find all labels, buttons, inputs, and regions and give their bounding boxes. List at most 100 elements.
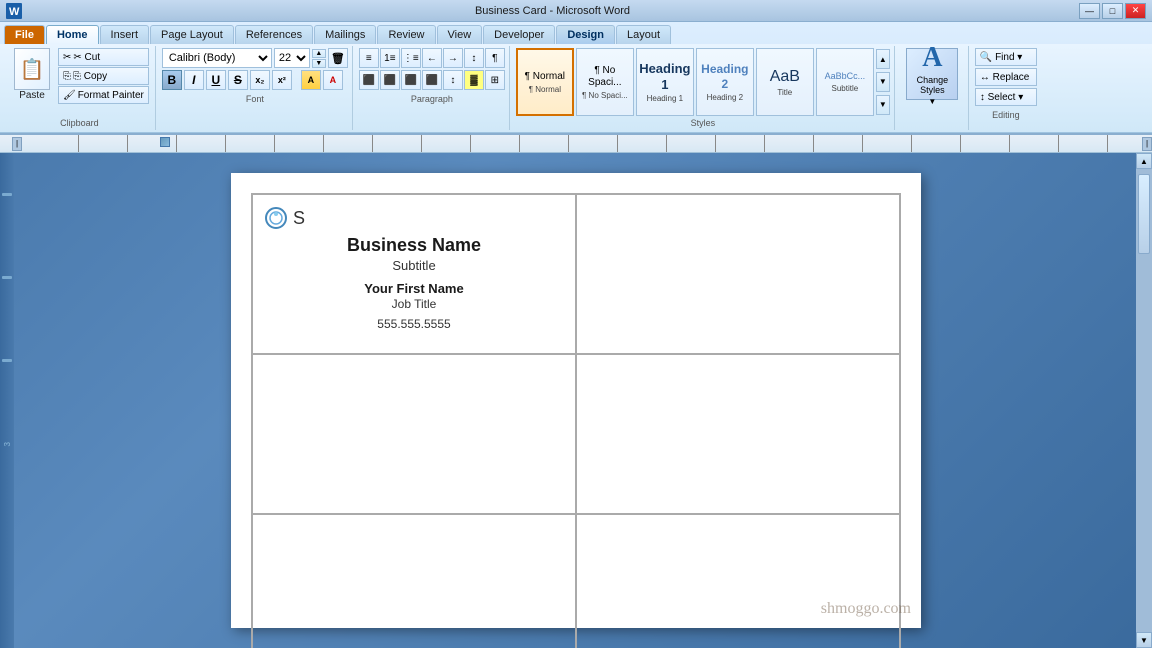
ruler-marks — [30, 135, 1142, 152]
card-phone: 555.555.5555 — [265, 317, 563, 331]
styles-more[interactable]: ▼ — [876, 95, 890, 115]
style-heading2-label: Heading 2 — [707, 93, 743, 102]
app-icon: W — [6, 3, 22, 19]
format-painter-button[interactable]: 🖌 Format Painter — [58, 86, 149, 104]
font-shrink-button[interactable]: ▼ — [312, 59, 326, 68]
paste-button[interactable]: 📋 Paste — [10, 48, 54, 101]
style-heading1[interactable]: Heading 1 Heading 1 — [636, 48, 694, 116]
ruler-right-margin[interactable]: | — [1142, 137, 1152, 151]
tab-references[interactable]: References — [235, 25, 313, 44]
clipboard-label: Clipboard — [10, 116, 149, 128]
tab-review[interactable]: Review — [377, 25, 435, 44]
card-cell-2-2[interactable] — [576, 354, 900, 514]
scroll-down-button[interactable]: ▼ — [1136, 632, 1152, 648]
style-subtitle[interactable]: AaBbCc... Subtitle — [816, 48, 874, 116]
font-color-button[interactable]: A — [323, 70, 343, 90]
numbering-button[interactable]: 1≡ — [380, 48, 400, 68]
left-margin-bar: 3 — [0, 153, 14, 648]
ruler-indent-marker[interactable] — [160, 137, 170, 147]
replace-button[interactable]: ↔ Replace — [975, 68, 1037, 86]
style-heading1-preview: Heading 1 — [639, 61, 691, 92]
tab-mailings[interactable]: Mailings — [314, 25, 376, 44]
tab-page-layout[interactable]: Page Layout — [150, 25, 234, 44]
tab-file[interactable]: File — [4, 25, 45, 44]
font-clear-button[interactable]: 🗑 — [328, 48, 348, 68]
superscript-button[interactable]: x² — [272, 70, 292, 90]
styles-scroll-down[interactable]: ▼ — [876, 72, 890, 92]
copy-button[interactable]: ⎘ ⎘ Copy — [58, 67, 149, 85]
ruler-left-margin[interactable]: | — [12, 137, 22, 151]
select-button[interactable]: ↕ Select ▾ — [975, 88, 1037, 106]
margin-mark-3 — [2, 359, 12, 362]
tab-layout[interactable]: Layout — [616, 25, 671, 44]
line-spacing-button[interactable]: ↕ — [443, 70, 463, 90]
tab-home[interactable]: Home — [46, 25, 99, 44]
italic-button[interactable]: I — [184, 70, 204, 90]
styles-scroll-up[interactable]: ▲ — [876, 49, 890, 69]
card-cell-3-1[interactable] — [252, 514, 576, 648]
window-controls[interactable]: — □ ✕ — [1079, 3, 1146, 19]
cut-button[interactable]: ✂ ✂ Cut — [58, 48, 149, 66]
maximize-button[interactable]: □ — [1102, 3, 1123, 19]
card-cell-1-1[interactable]: S Business Name Subtitle Your First Name… — [252, 194, 576, 354]
increase-indent-button[interactable]: → — [443, 48, 463, 68]
multilevel-button[interactable]: ⋮≡ — [401, 48, 421, 68]
scroll-track[interactable] — [1136, 169, 1152, 632]
bullets-button[interactable]: ≡ — [359, 48, 379, 68]
tab-design[interactable]: Design — [556, 25, 615, 44]
card-cell-2-1[interactable] — [252, 354, 576, 514]
tab-insert[interactable]: Insert — [100, 25, 150, 44]
paragraph-group: ≡ 1≡ ⋮≡ ← → ↕ ¶ ⬛ ⬛ ⬛ ⬛ ↕ ▓ ⊞ Paragraph — [355, 46, 510, 130]
card-logo-icon — [265, 207, 287, 229]
svg-text:W: W — [9, 6, 20, 18]
minimize-button[interactable]: — — [1079, 3, 1100, 19]
style-normal-label: ¶ Normal — [529, 85, 561, 94]
style-title[interactable]: AaB Title — [756, 48, 814, 116]
business-card-grid: S Business Name Subtitle Your First Name… — [251, 193, 901, 648]
close-button[interactable]: ✕ — [1125, 3, 1146, 19]
highlight-button[interactable]: A — [301, 70, 321, 90]
right-scrollbar[interactable]: ▲ ▼ — [1136, 153, 1152, 648]
align-left-button[interactable]: ⬛ — [359, 70, 379, 90]
card-cell-1-2[interactable] — [576, 194, 900, 354]
font-size-arrows: ▲ ▼ — [312, 49, 326, 68]
font-name-select[interactable]: Calibri (Body) — [162, 48, 272, 68]
show-formatting-button[interactable]: ¶ — [485, 48, 505, 68]
font-label: Font — [162, 92, 348, 104]
shading-button[interactable]: ▓ — [464, 70, 484, 90]
font-size-select[interactable]: 22 — [274, 48, 310, 68]
style-heading2[interactable]: Heading 2 Heading 2 — [696, 48, 754, 116]
window-title: Business Card - Microsoft Word — [26, 5, 1079, 17]
sort-button[interactable]: ↕ — [464, 48, 484, 68]
card-business-name: Business Name — [265, 235, 563, 256]
style-heading2-preview: Heading 2 — [699, 62, 751, 91]
toolbar: 📋 Paste ✂ ✂ Cut ⎘ ⎘ Copy 🖌 Format Painte… — [0, 44, 1152, 133]
scroll-thumb[interactable] — [1138, 174, 1150, 254]
align-right-button[interactable]: ⬛ — [401, 70, 421, 90]
style-normal[interactable]: ¶ Normal ¶ Normal — [516, 48, 574, 116]
change-styles-icon: A — [922, 42, 942, 74]
tab-view[interactable]: View — [437, 25, 483, 44]
styles-label: Styles — [516, 116, 890, 128]
change-styles-label: ChangeStyles — [917, 76, 949, 96]
change-styles-button[interactable]: A ChangeStyles ▼ — [906, 48, 958, 100]
decrease-indent-button[interactable]: ← — [422, 48, 442, 68]
scroll-up-button[interactable]: ▲ — [1136, 153, 1152, 169]
strikethrough-button[interactable]: S — [228, 70, 248, 90]
card-logo-letter: S — [293, 208, 305, 229]
align-center-button[interactable]: ⬛ — [380, 70, 400, 90]
justify-button[interactable]: ⬛ — [422, 70, 442, 90]
bold-button[interactable]: B — [162, 70, 182, 90]
tab-developer[interactable]: Developer — [483, 25, 555, 44]
title-bar: W Business Card - Microsoft Word — □ ✕ — [0, 0, 1152, 22]
font-grow-button[interactable]: ▲ — [312, 49, 326, 58]
style-no-spacing[interactable]: ¶ No Spaci... ¶ No Spaci... — [576, 48, 634, 116]
card-cell-3-2[interactable] — [576, 514, 900, 648]
subscript-button[interactable]: x₂ — [250, 70, 270, 90]
paste-icon: 📋 — [14, 48, 50, 90]
styles-scroll[interactable]: ▲ ▼ ▼ — [876, 48, 890, 116]
borders-button[interactable]: ⊞ — [485, 70, 505, 90]
tab-row: File Home Insert Page Layout References … — [0, 22, 1152, 44]
underline-button[interactable]: U — [206, 70, 226, 90]
find-button[interactable]: 🔍 Find ▾ — [975, 48, 1037, 66]
